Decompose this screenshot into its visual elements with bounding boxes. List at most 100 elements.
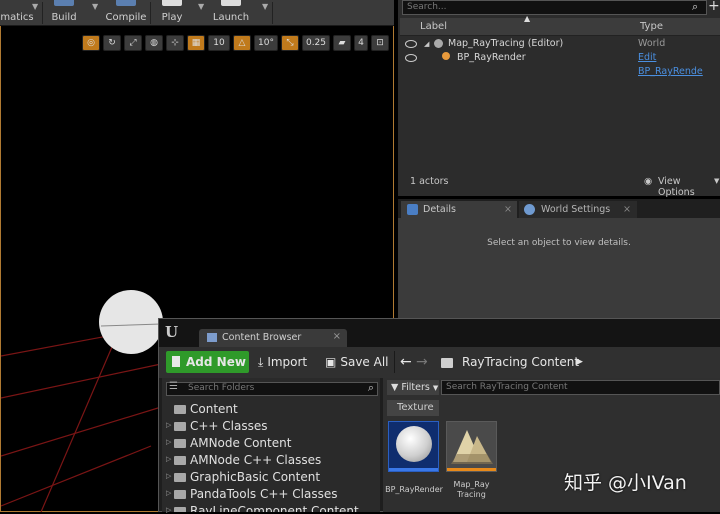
back-arrow-icon[interactable]: ← bbox=[400, 351, 412, 373]
filters-button[interactable]: ▼ Filters ▼ bbox=[387, 380, 439, 395]
outliner-row-world[interactable]: ◢ Map_RayTracing (Editor) World bbox=[400, 37, 720, 51]
search-folders-placeholder: Search Folders bbox=[188, 383, 255, 393]
folder-item-content[interactable]: Content bbox=[174, 401, 238, 417]
expand-arrow-icon[interactable]: ◢ bbox=[424, 37, 429, 51]
tab-content-browser[interactable]: Content Browser × bbox=[199, 329, 347, 347]
search-folders-input[interactable]: ☰ Search Folders ⌕ bbox=[166, 381, 378, 396]
play-icon bbox=[162, 0, 182, 6]
tab-world-settings[interactable]: World Settings × bbox=[519, 201, 637, 218]
toolbar-divider bbox=[42, 2, 43, 24]
outliner-row-label: Map_RayTracing (Editor) bbox=[448, 38, 564, 49]
folder-tree-icon: ☰ bbox=[169, 381, 178, 392]
expand-arrow-icon[interactable]: ▷ bbox=[166, 421, 171, 429]
actor-count: 1 actors bbox=[410, 176, 449, 187]
edit-blueprint-link[interactable]: Edit BP_RayRende bbox=[638, 51, 720, 79]
close-icon[interactable]: × bbox=[504, 201, 512, 218]
save-icon: ▣ bbox=[325, 355, 337, 369]
outliner-row-label: BP_RayRender bbox=[457, 52, 526, 63]
cinematics-label: matics bbox=[0, 12, 34, 23]
expand-arrow-icon[interactable]: ▷ bbox=[166, 506, 171, 514]
compile-label: Compile bbox=[105, 12, 147, 23]
world-icon bbox=[434, 39, 443, 48]
compile-button[interactable]: Compile bbox=[104, 0, 148, 26]
launch-icon bbox=[221, 0, 241, 6]
chevron-down-icon[interactable]: ▼ bbox=[198, 2, 204, 11]
asset-tile-bp-rayrender[interactable] bbox=[388, 421, 439, 472]
tab-label: World Settings bbox=[541, 204, 611, 215]
expand-arrow-icon[interactable]: ▷ bbox=[166, 472, 171, 480]
sphere-actor[interactable] bbox=[99, 290, 163, 354]
add-icon[interactable]: + bbox=[708, 0, 720, 14]
import-icon: ⤓ bbox=[258, 355, 264, 369]
asset-name: BP_RayRender bbox=[385, 485, 443, 494]
expand-arrow-icon[interactable]: ▷ bbox=[166, 438, 171, 446]
chevron-down-icon[interactable]: ▼ bbox=[714, 177, 719, 185]
type-column-header[interactable]: Type bbox=[640, 21, 663, 32]
build-button[interactable]: Build bbox=[46, 0, 82, 26]
folder-item-pandatools-cpp-classes[interactable]: PandaTools C++ Classes bbox=[174, 486, 338, 502]
level-map-thumbnail bbox=[451, 430, 493, 464]
grid-size-value[interactable]: 10 bbox=[208, 35, 230, 51]
chevron-down-icon[interactable]: ▼ bbox=[32, 2, 38, 11]
close-icon[interactable]: × bbox=[333, 331, 341, 342]
scale-size-value[interactable]: 0.25 bbox=[302, 35, 330, 51]
folder-item-cpp-classes[interactable]: C++ Classes bbox=[174, 418, 268, 434]
launch-button[interactable]: Launch bbox=[208, 0, 254, 26]
folder-icon bbox=[174, 456, 186, 465]
tab-details[interactable]: Details × bbox=[401, 201, 517, 218]
folder-icon bbox=[174, 507, 186, 512]
search-icon: ⌕ bbox=[692, 0, 699, 13]
chevron-down-icon[interactable]: ▼ bbox=[92, 2, 98, 11]
path-breadcrumb[interactable]: RayTracing Content bbox=[462, 351, 579, 373]
filter-chip-texture[interactable]: Texture bbox=[387, 400, 439, 416]
scale-snap-icon[interactable]: ⤡ bbox=[281, 35, 299, 51]
rotation-size-value[interactable]: 10° bbox=[254, 35, 278, 51]
asset-tile-map-ray-tracing[interactable] bbox=[446, 421, 497, 472]
play-button[interactable]: Play bbox=[152, 0, 192, 26]
import-label: Import bbox=[267, 355, 308, 369]
rotate-icon[interactable]: ↻ bbox=[103, 35, 121, 51]
camera-speed-icon[interactable]: ▰ bbox=[333, 35, 351, 51]
details-icon bbox=[407, 204, 418, 215]
folder-icon bbox=[174, 422, 186, 431]
maximize-icon[interactable]: ⊡ bbox=[371, 35, 389, 51]
add-new-button[interactable]: Add New ▼ bbox=[166, 351, 249, 390]
outliner-footer: 1 actors ◉ View Options ▼ bbox=[400, 172, 720, 198]
visibility-eye-icon[interactable] bbox=[405, 40, 417, 48]
toolbar-divider bbox=[272, 2, 273, 24]
save-all-label: Save All bbox=[340, 355, 389, 369]
outliner-search-input[interactable]: Search... bbox=[402, 0, 707, 15]
transform-icon[interactable]: ◎ bbox=[82, 35, 100, 51]
compile-icon bbox=[116, 0, 136, 6]
label-column-header[interactable]: Label bbox=[420, 21, 447, 32]
forward-arrow-icon[interactable]: → bbox=[416, 351, 428, 373]
scale-icon[interactable]: ⤢ bbox=[124, 35, 142, 51]
breadcrumb-chevron-icon[interactable]: ▶ bbox=[576, 351, 583, 373]
details-panel: Select an object to view details. bbox=[398, 218, 720, 320]
surface-snap-icon[interactable]: ⊹ bbox=[166, 35, 184, 51]
expand-arrow-icon[interactable]: ▷ bbox=[166, 489, 171, 497]
folder-item-amnode-content[interactable]: AMNode Content bbox=[174, 435, 291, 451]
folder-item-amnode-cpp-classes[interactable]: AMNode C++ Classes bbox=[174, 452, 321, 468]
close-icon[interactable]: × bbox=[623, 201, 631, 218]
expand-arrow-icon[interactable]: ▷ bbox=[166, 455, 171, 463]
view-options-button[interactable]: View Options bbox=[658, 176, 720, 198]
camera-speed-value[interactable]: 4 bbox=[354, 35, 368, 51]
chevron-down-icon[interactable]: ▼ bbox=[262, 2, 268, 11]
folder-item-raylinecomponent-content[interactable]: RayLineComponent Content bbox=[174, 503, 359, 512]
asset-search-input[interactable]: Search RayTracing Content bbox=[441, 380, 720, 395]
content-browser-titlebar: U Content Browser × bbox=[159, 319, 720, 347]
cinematics-button[interactable]: matics bbox=[0, 0, 34, 26]
save-all-button[interactable]: ▣ Save All bbox=[325, 351, 389, 373]
folder-icon bbox=[441, 358, 453, 368]
globe-icon[interactable]: ◍ bbox=[145, 35, 163, 51]
import-button[interactable]: ⤓ Import bbox=[258, 351, 307, 373]
visibility-eye-icon[interactable] bbox=[405, 54, 417, 62]
folder-item-graphicbasic-content[interactable]: GraphicBasic Content bbox=[174, 469, 320, 485]
sort-ascending-icon: ▲ bbox=[524, 14, 531, 23]
asset-name: Map_Ray Tracing bbox=[453, 480, 490, 499]
outliner-row-actor[interactable]: BP_RayRender Edit BP_RayRende bbox=[400, 51, 720, 77]
rotation-snap-icon[interactable]: △ bbox=[233, 35, 251, 51]
grid-snap-icon[interactable]: ▦ bbox=[187, 35, 205, 51]
add-new-label: Add New bbox=[186, 355, 246, 369]
